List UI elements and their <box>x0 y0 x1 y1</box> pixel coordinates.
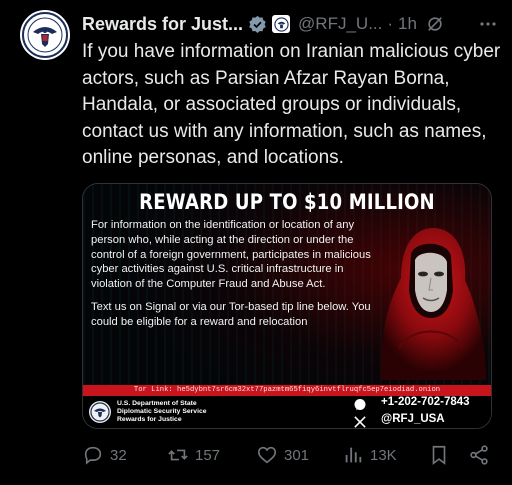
like-button[interactable]: 301 <box>256 444 309 466</box>
like-count: 301 <box>284 446 310 464</box>
grok-icon[interactable] <box>426 15 444 33</box>
like-icon <box>257 446 277 464</box>
dept-line-3: Rewards for Justice <box>117 416 182 423</box>
bookmark-icon <box>432 445 446 465</box>
contact-info: +1-202-702-7843 @RFJ_USA <box>353 396 491 428</box>
affiliate-badge-icon[interactable] <box>272 15 291 33</box>
handle[interactable]: @RFJ_U... <box>298 14 382 34</box>
bookmark-button[interactable] <box>428 444 450 466</box>
timestamp[interactable]: 1h <box>398 14 417 34</box>
avatar-seal-icon <box>22 12 68 58</box>
verified-badge-icon[interactable] <box>248 15 267 34</box>
department-text: U.S. Department of State Diplomatic Secu… <box>117 400 207 424</box>
share-button[interactable] <box>468 444 490 466</box>
dept-line-2: Diplomatic Security Service <box>117 408 207 415</box>
action-bar: 32 157 301 13K <box>82 444 502 470</box>
views-icon <box>345 447 362 463</box>
reply-count: 32 <box>110 446 127 464</box>
repost-count: 157 <box>195 446 221 464</box>
contact-phone: +1-202-702-7843 <box>381 396 470 408</box>
reply-icon <box>84 446 102 465</box>
reward-title: REWARD UP TO $10 MILLION <box>139 190 435 214</box>
display-name[interactable]: Rewards for Just... <box>82 14 243 35</box>
tweet-header: Rewards for Just... @RFJ_U... · 1h <box>82 12 498 36</box>
tweet-media-image[interactable]: REWARD UP TO $10 MILLION For information… <box>82 183 492 429</box>
reward-paragraph-1: For information on the identification or… <box>91 219 371 291</box>
separator: · <box>387 14 394 33</box>
state-department-seal-icon <box>89 401 111 423</box>
views-button[interactable]: 13K <box>342 444 397 466</box>
repost-icon <box>168 449 188 461</box>
x-icon <box>353 415 367 428</box>
reward-paragraph-2: Text us on Signal or via our Tor-based t… <box>91 300 371 328</box>
tweet-text: If you have information on Iranian malic… <box>82 41 501 168</box>
views-count: 13K <box>370 446 397 464</box>
share-icon <box>470 445 488 465</box>
reply-button[interactable]: 32 <box>82 444 127 466</box>
dept-line-1: U.S. Department of State <box>117 400 197 407</box>
avatar[interactable] <box>20 10 70 60</box>
media-footer: U.S. Department of State Diplomatic Secu… <box>83 396 491 428</box>
repost-button[interactable]: 157 <box>167 444 220 466</box>
more-icon[interactable] <box>478 14 498 34</box>
tor-link-bar: Tor Link: he5dybnt7sr6cm32xt77pazmtm65fi… <box>83 385 491 396</box>
contact-x-handle: @RFJ_USA <box>381 413 445 425</box>
signal-icon <box>353 398 367 412</box>
reward-body: For information on the identification or… <box>91 218 385 330</box>
